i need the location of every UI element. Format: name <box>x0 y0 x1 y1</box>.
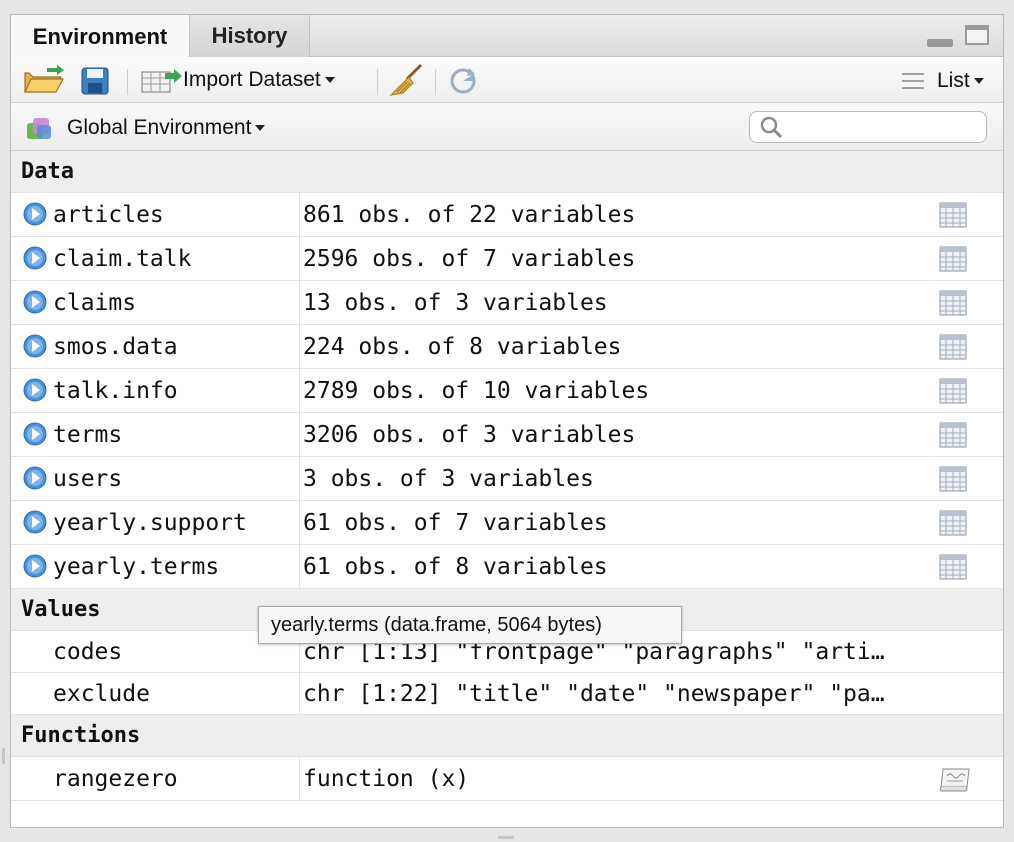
chevron-down-icon <box>324 77 335 83</box>
environment-selector-label: Global Environment <box>67 116 252 139</box>
environment-toolbar: Import Dataset List <box>11 57 1003 103</box>
variable-value: 3206 obs. of 3 variables <box>303 421 636 448</box>
import-dataset-button[interactable]: Import Dataset <box>141 67 335 93</box>
data-row[interactable]: users 3 obs. of 3 variables <box>11 457 1003 501</box>
data-row[interactable]: articles 861 obs. of 22 variables <box>11 193 1003 237</box>
tab-history[interactable]: History <box>190 15 310 57</box>
function-row[interactable]: rangezero function (x) <box>11 757 1003 801</box>
environment-pane: Environment History Import Dataset List … <box>10 14 1004 828</box>
environment-list: Data articles 861 obs. of 22 variables cla… <box>11 151 1003 801</box>
open-folder-icon[interactable] <box>23 65 65 100</box>
variable-value: 13 obs. of 3 variables <box>303 289 608 316</box>
section-header-data: Data <box>11 151 1003 193</box>
variable-value: 61 obs. of 7 variables <box>303 509 608 536</box>
variable-name: talk.info <box>53 377 178 404</box>
variable-value: 2789 obs. of 10 variables <box>303 377 650 404</box>
search-box[interactable] <box>749 111 987 143</box>
variable-name: smos.data <box>53 333 178 360</box>
section-header-functions: Functions <box>11 715 1003 757</box>
expand-icon[interactable] <box>23 554 47 578</box>
data-row[interactable]: claim.talk 2596 obs. of 7 variables <box>11 237 1003 281</box>
chevron-down-icon <box>973 78 984 84</box>
tab-bar: Environment History <box>11 15 1003 58</box>
import-dataset-label: Import Dataset <box>183 68 321 91</box>
splitter-handle[interactable] <box>2 748 5 764</box>
variable-value: function (x) <box>303 765 470 792</box>
expand-icon[interactable] <box>23 378 47 402</box>
variable-value: 3 obs. of 3 variables <box>303 465 594 492</box>
data-row[interactable]: talk.info 2789 obs. of 10 variables <box>11 369 1003 413</box>
data-row[interactable]: yearly.terms 61 obs. of 8 variables <box>11 545 1003 589</box>
expand-icon[interactable] <box>23 246 47 270</box>
resize-handle[interactable] <box>498 836 514 839</box>
view-data-icon[interactable] <box>939 466 967 492</box>
view-data-icon[interactable] <box>939 510 967 536</box>
variable-value: 2596 obs. of 7 variables <box>303 245 636 272</box>
view-data-icon[interactable] <box>939 422 967 448</box>
variable-name: rangezero <box>53 765 178 792</box>
minimize-icon[interactable] <box>927 39 953 47</box>
variable-name: exclude <box>53 680 150 707</box>
variable-value: 861 obs. of 22 variables <box>303 201 636 228</box>
data-row[interactable]: claims 13 obs. of 3 variables <box>11 281 1003 325</box>
import-table-icon <box>141 69 182 93</box>
chevron-down-icon <box>255 125 266 131</box>
view-data-icon[interactable] <box>939 290 967 316</box>
data-row[interactable]: smos.data 224 obs. of 8 variables <box>11 325 1003 369</box>
view-mode-button[interactable]: List <box>901 69 984 93</box>
tooltip: yearly.terms (data.frame, 5064 bytes) <box>258 606 682 644</box>
variable-name: users <box>53 465 123 492</box>
search-icon <box>760 116 783 139</box>
view-data-icon[interactable] <box>939 202 967 228</box>
environment-selector-bar: Global Environment <box>11 103 1003 151</box>
variable-name: yearly.terms <box>53 553 220 580</box>
expand-icon[interactable] <box>23 466 47 490</box>
data-row[interactable]: yearly.support 61 obs. of 7 variables <box>11 501 1003 545</box>
view-mode-label: List <box>937 69 970 92</box>
expand-icon[interactable] <box>23 202 47 226</box>
view-data-icon[interactable] <box>939 378 967 404</box>
environment-icon <box>27 118 51 139</box>
view-data-icon[interactable] <box>939 334 967 360</box>
variable-name: claim.talk <box>53 245 192 272</box>
broom-icon[interactable] <box>389 63 425 102</box>
expand-icon[interactable] <box>23 422 47 446</box>
maximize-icon[interactable] <box>965 25 989 45</box>
variable-name: terms <box>53 421 123 448</box>
refresh-icon[interactable] <box>447 65 479 102</box>
tab-environment[interactable]: Environment <box>11 15 190 58</box>
view-data-icon[interactable] <box>939 554 967 580</box>
list-icon <box>902 73 924 89</box>
view-function-icon[interactable] <box>939 766 970 792</box>
expand-icon[interactable] <box>23 334 47 358</box>
variable-value: 61 obs. of 8 variables <box>303 553 608 580</box>
search-input[interactable] <box>788 115 982 141</box>
environment-selector[interactable]: Global Environment <box>25 113 266 143</box>
variable-value: chr [1:22] "title" "date" "newspaper" "p… <box>303 680 885 707</box>
view-data-icon[interactable] <box>939 246 967 272</box>
data-row[interactable]: terms 3206 obs. of 3 variables <box>11 413 1003 457</box>
value-row[interactable]: exclude chr [1:22] "title" "date" "newspa… <box>11 673 1003 715</box>
expand-icon[interactable] <box>23 510 47 534</box>
save-icon[interactable] <box>81 67 109 100</box>
variable-name: articles <box>53 201 164 228</box>
variable-value: 224 obs. of 8 variables <box>303 333 622 360</box>
expand-icon[interactable] <box>23 290 47 314</box>
variable-name: yearly.support <box>53 509 247 536</box>
variable-name: claims <box>53 289 137 316</box>
